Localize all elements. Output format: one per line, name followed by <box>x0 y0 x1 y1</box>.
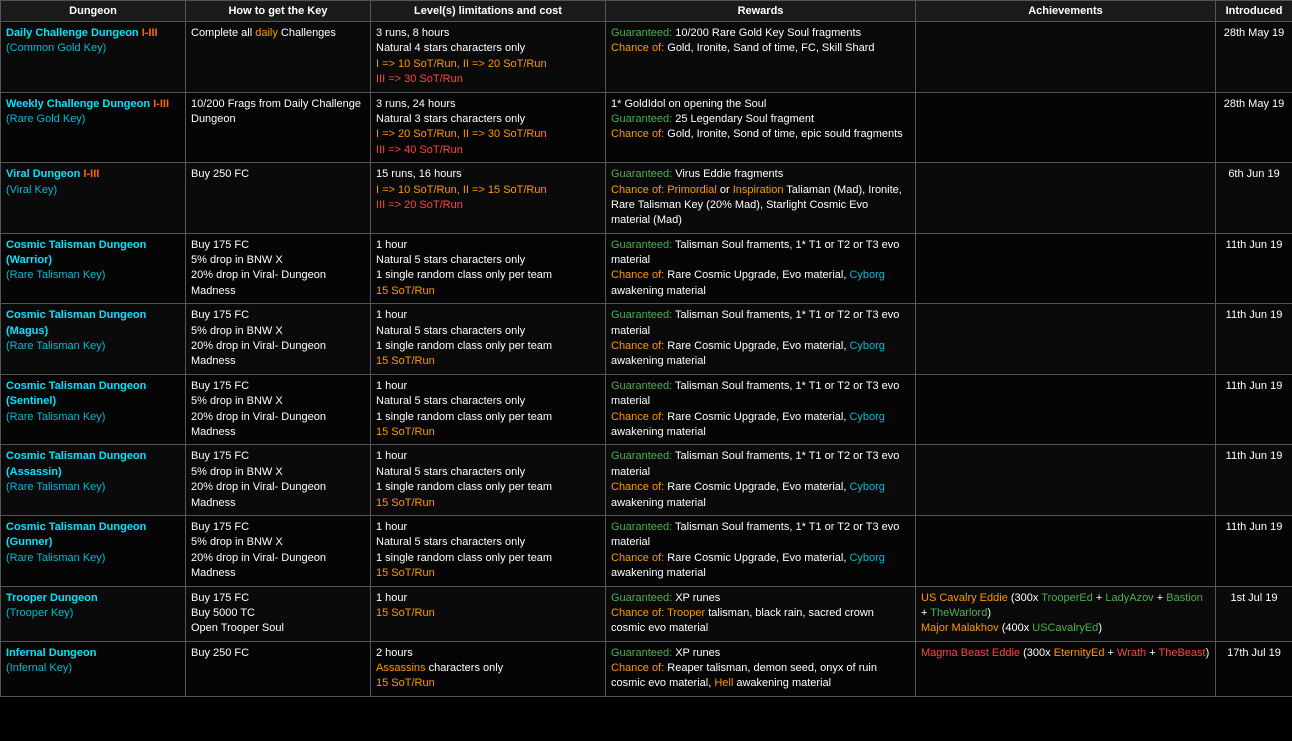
key-cell: Buy 175 FC5% drop in BNW X20% drop in Vi… <box>186 445 371 516</box>
rewards-cell: Guaranteed: Talisman Soul framents, 1* T… <box>606 374 916 445</box>
rewards-cell: 1* GoldIdol on opening the SoulGuarantee… <box>606 92 916 163</box>
header-dungeon: Dungeon <box>1 1 186 22</box>
table-row: Viral Dungeon I-III(Viral Key)Buy 250 FC… <box>1 163 1292 234</box>
header-achievements: Achievements <box>916 1 1216 22</box>
rewards-cell: Guaranteed: Talisman Soul framents, 1* T… <box>606 304 916 375</box>
table-row: Infernal Dungeon(Infernal Key)Buy 250 FC… <box>1 641 1292 696</box>
table-row: Daily Challenge Dungeon I-III(Common Gol… <box>1 22 1292 93</box>
levels-cell: 3 runs, 8 hoursNatural 4 stars character… <box>371 22 606 93</box>
key-cell: Buy 250 FC <box>186 641 371 696</box>
table-row: Cosmic Talisman Dungeon (Sentinel)(Rare … <box>1 374 1292 445</box>
introduced-cell: 11th Jun 19 <box>1216 304 1292 375</box>
key-cell: 10/200 Frags from Daily Challenge Dungeo… <box>186 92 371 163</box>
achievements-cell <box>916 304 1216 375</box>
introduced-cell: 11th Jun 19 <box>1216 515 1292 586</box>
achievements-cell <box>916 233 1216 304</box>
key-cell: Buy 175 FC5% drop in BNW X20% drop in Vi… <box>186 374 371 445</box>
table-row: Trooper Dungeon(Trooper Key)Buy 175 FCBu… <box>1 586 1292 641</box>
rewards-cell: Guaranteed: Virus Eddie fragmentsChance … <box>606 163 916 234</box>
key-cell: Buy 175 FC5% drop in BNW X20% drop in Vi… <box>186 233 371 304</box>
key-cell: Complete all daily Challenges <box>186 22 371 93</box>
table-row: Cosmic Talisman Dungeon (Gunner)(Rare Ta… <box>1 515 1292 586</box>
achievements-cell <box>916 22 1216 93</box>
table-row: Weekly Challenge Dungeon I-III(Rare Gold… <box>1 92 1292 163</box>
dungeon-cell: Cosmic Talisman Dungeon (Warrior)(Rare T… <box>1 233 186 304</box>
achievements-cell: US Cavalry Eddie (300x TrooperEd + LadyA… <box>916 586 1216 641</box>
dungeon-cell: Infernal Dungeon(Infernal Key) <box>1 641 186 696</box>
achievements-cell <box>916 515 1216 586</box>
table-row: Cosmic Talisman Dungeon (Warrior)(Rare T… <box>1 233 1292 304</box>
levels-cell: 1 hourNatural 5 stars characters only1 s… <box>371 515 606 586</box>
dungeon-cell: Cosmic Talisman Dungeon (Assassin)(Rare … <box>1 445 186 516</box>
table-row: Cosmic Talisman Dungeon (Magus)(Rare Tal… <box>1 304 1292 375</box>
levels-cell: 1 hourNatural 5 stars characters only1 s… <box>371 445 606 516</box>
levels-cell: 1 hourNatural 5 stars characters only1 s… <box>371 304 606 375</box>
header-key: How to get the Key <box>186 1 371 22</box>
levels-cell: 1 hour15 SoT/Run <box>371 586 606 641</box>
header-levels: Level(s) limitations and cost <box>371 1 606 22</box>
rewards-cell: Guaranteed: XP runesChance of: Reaper ta… <box>606 641 916 696</box>
introduced-cell: 11th Jun 19 <box>1216 233 1292 304</box>
achievements-cell: Magma Beast Eddie (300x EternityEd + Wra… <box>916 641 1216 696</box>
levels-cell: 1 hourNatural 5 stars characters only1 s… <box>371 374 606 445</box>
dungeon-cell: Cosmic Talisman Dungeon (Gunner)(Rare Ta… <box>1 515 186 586</box>
dungeon-cell: Cosmic Talisman Dungeon (Magus)(Rare Tal… <box>1 304 186 375</box>
key-cell: Buy 250 FC <box>186 163 371 234</box>
introduced-cell: 17th Jul 19 <box>1216 641 1292 696</box>
key-cell: Buy 175 FC5% drop in BNW X20% drop in Vi… <box>186 515 371 586</box>
introduced-cell: 28th May 19 <box>1216 92 1292 163</box>
key-cell: Buy 175 FC5% drop in BNW X20% drop in Vi… <box>186 304 371 375</box>
rewards-cell: Guaranteed: XP runesChance of: Trooper t… <box>606 586 916 641</box>
achievements-cell <box>916 92 1216 163</box>
achievements-cell <box>916 374 1216 445</box>
dungeon-table: Dungeon How to get the Key Level(s) limi… <box>0 0 1292 697</box>
key-cell: Buy 175 FCBuy 5000 TCOpen Trooper Soul <box>186 586 371 641</box>
introduced-cell: 6th Jun 19 <box>1216 163 1292 234</box>
header-rewards: Rewards <box>606 1 916 22</box>
levels-cell: 3 runs, 24 hoursNatural 3 stars characte… <box>371 92 606 163</box>
rewards-cell: Guaranteed: 10/200 Rare Gold Key Soul fr… <box>606 22 916 93</box>
achievements-cell <box>916 445 1216 516</box>
dungeon-cell: Viral Dungeon I-III(Viral Key) <box>1 163 186 234</box>
header-introduced: Introduced <box>1216 1 1292 22</box>
levels-cell: 2 hoursAssassins characters only15 SoT/R… <box>371 641 606 696</box>
levels-cell: 15 runs, 16 hoursI => 10 SoT/Run, II => … <box>371 163 606 234</box>
introduced-cell: 1st Jul 19 <box>1216 586 1292 641</box>
dungeon-cell: Trooper Dungeon(Trooper Key) <box>1 586 186 641</box>
introduced-cell: 11th Jun 19 <box>1216 445 1292 516</box>
table-row: Cosmic Talisman Dungeon (Assassin)(Rare … <box>1 445 1292 516</box>
rewards-cell: Guaranteed: Talisman Soul framents, 1* T… <box>606 445 916 516</box>
dungeon-cell: Cosmic Talisman Dungeon (Sentinel)(Rare … <box>1 374 186 445</box>
introduced-cell: 28th May 19 <box>1216 22 1292 93</box>
levels-cell: 1 hourNatural 5 stars characters only1 s… <box>371 233 606 304</box>
introduced-cell: 11th Jun 19 <box>1216 374 1292 445</box>
dungeon-cell: Daily Challenge Dungeon I-III(Common Gol… <box>1 22 186 93</box>
rewards-cell: Guaranteed: Talisman Soul framents, 1* T… <box>606 515 916 586</box>
achievements-cell <box>916 163 1216 234</box>
dungeon-cell: Weekly Challenge Dungeon I-III(Rare Gold… <box>1 92 186 163</box>
rewards-cell: Guaranteed: Talisman Soul framents, 1* T… <box>606 233 916 304</box>
